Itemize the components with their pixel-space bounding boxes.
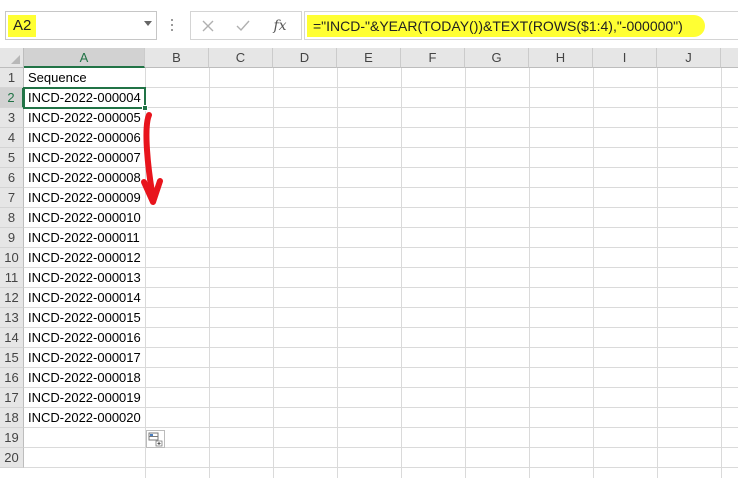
- gridline: [721, 68, 722, 478]
- column-header-e[interactable]: E: [337, 48, 401, 68]
- row-header-2[interactable]: 2: [0, 88, 24, 108]
- column-header-b[interactable]: B: [145, 48, 209, 68]
- cell-a13[interactable]: INCD-2022-000015: [24, 308, 145, 328]
- close-icon: [202, 20, 214, 31]
- cell-a11[interactable]: INCD-2022-000013: [24, 268, 145, 288]
- cell-a7[interactable]: INCD-2022-000009: [24, 188, 145, 208]
- gridline: [209, 68, 210, 478]
- name-box-value: A2: [8, 15, 37, 37]
- column-header-i[interactable]: I: [593, 48, 657, 68]
- row-header-19[interactable]: 19: [0, 428, 24, 448]
- row-header-1[interactable]: 1: [0, 68, 24, 88]
- gridline: [593, 68, 594, 478]
- cell-a9[interactable]: INCD-2022-000011: [24, 228, 145, 248]
- formula-buttons: fx: [190, 11, 302, 40]
- column-header-c[interactable]: C: [209, 48, 273, 68]
- insert-function-button[interactable]: fx: [263, 12, 297, 39]
- cell-a18[interactable]: INCD-2022-000020: [24, 408, 145, 428]
- column-header-f[interactable]: F: [401, 48, 465, 68]
- fx-icon: fx: [273, 17, 287, 34]
- cell-a6[interactable]: INCD-2022-000008: [24, 168, 145, 188]
- row-header-14[interactable]: 14: [0, 328, 24, 348]
- active-cell-selection: [23, 87, 146, 109]
- cell-a5[interactable]: INCD-2022-000007: [24, 148, 145, 168]
- cell-a4[interactable]: INCD-2022-000006: [24, 128, 145, 148]
- cell-a8[interactable]: INCD-2022-000010: [24, 208, 145, 228]
- column-header-k[interactable]: [721, 48, 738, 68]
- gridline: [24, 467, 738, 468]
- chevron-down-icon[interactable]: [144, 21, 152, 26]
- fill-handle[interactable]: [142, 105, 148, 111]
- formula-bar: A2 fx ="INCD-"&YEAR(TODAY())&TEXT(ROWS($…: [0, 0, 738, 52]
- row-header-8[interactable]: 8: [0, 208, 24, 228]
- row-header-5[interactable]: 5: [0, 148, 24, 168]
- row-header-17[interactable]: 17: [0, 388, 24, 408]
- gridline: [337, 68, 338, 478]
- cell-a10[interactable]: INCD-2022-000012: [24, 248, 145, 268]
- column-header-a[interactable]: A: [24, 48, 145, 68]
- cell-a12[interactable]: INCD-2022-000014: [24, 288, 145, 308]
- drag-handle-icon[interactable]: [170, 16, 174, 36]
- cell-a14[interactable]: INCD-2022-000016: [24, 328, 145, 348]
- row-header-11[interactable]: 11: [0, 268, 24, 288]
- cell-a17[interactable]: INCD-2022-000019: [24, 388, 145, 408]
- gridline: [24, 447, 738, 448]
- row-header-20[interactable]: 20: [0, 448, 24, 468]
- name-box[interactable]: A2: [5, 11, 157, 40]
- cell-a1[interactable]: Sequence: [24, 68, 145, 88]
- column-header-h[interactable]: H: [529, 48, 593, 68]
- gridline: [465, 68, 466, 478]
- check-icon: [236, 20, 250, 31]
- row-header-3[interactable]: 3: [0, 108, 24, 128]
- quick-analysis-icon: [148, 432, 163, 447]
- cell-a3[interactable]: INCD-2022-000005: [24, 108, 145, 128]
- gridline: [145, 68, 146, 478]
- gridline: [529, 68, 530, 478]
- cell-a15[interactable]: INCD-2022-000017: [24, 348, 145, 368]
- gridline: [657, 68, 658, 478]
- row-header-7[interactable]: 7: [0, 188, 24, 208]
- cancel-button[interactable]: [191, 12, 225, 39]
- column-header-g[interactable]: G: [465, 48, 529, 68]
- row-header-9[interactable]: 9: [0, 228, 24, 248]
- row-header-4[interactable]: 4: [0, 128, 24, 148]
- formula-text: ="INCD-"&YEAR(TODAY())&TEXT(ROWS($1:4),"…: [307, 15, 705, 37]
- row-header-12[interactable]: 12: [0, 288, 24, 308]
- formula-input[interactable]: ="INCD-"&YEAR(TODAY())&TEXT(ROWS($1:4),"…: [304, 11, 738, 40]
- gridline: [273, 68, 274, 478]
- spreadsheet-grid: A B C D E F G H I J 1 2 3 4 5 6 7 8 9 10…: [0, 48, 738, 478]
- row-header-15[interactable]: 15: [0, 348, 24, 368]
- select-all-button[interactable]: [0, 48, 24, 68]
- column-header-j[interactable]: J: [657, 48, 721, 68]
- column-header-d[interactable]: D: [273, 48, 337, 68]
- gridline: [401, 68, 402, 478]
- row-header-16[interactable]: 16: [0, 368, 24, 388]
- row-header-6[interactable]: 6: [0, 168, 24, 188]
- row-header-13[interactable]: 13: [0, 308, 24, 328]
- quick-analysis-button[interactable]: [146, 430, 165, 448]
- row-header-10[interactable]: 10: [0, 248, 24, 268]
- row-header-18[interactable]: 18: [0, 408, 24, 428]
- cell-a16[interactable]: INCD-2022-000018: [24, 368, 145, 388]
- enter-button[interactable]: [226, 12, 260, 39]
